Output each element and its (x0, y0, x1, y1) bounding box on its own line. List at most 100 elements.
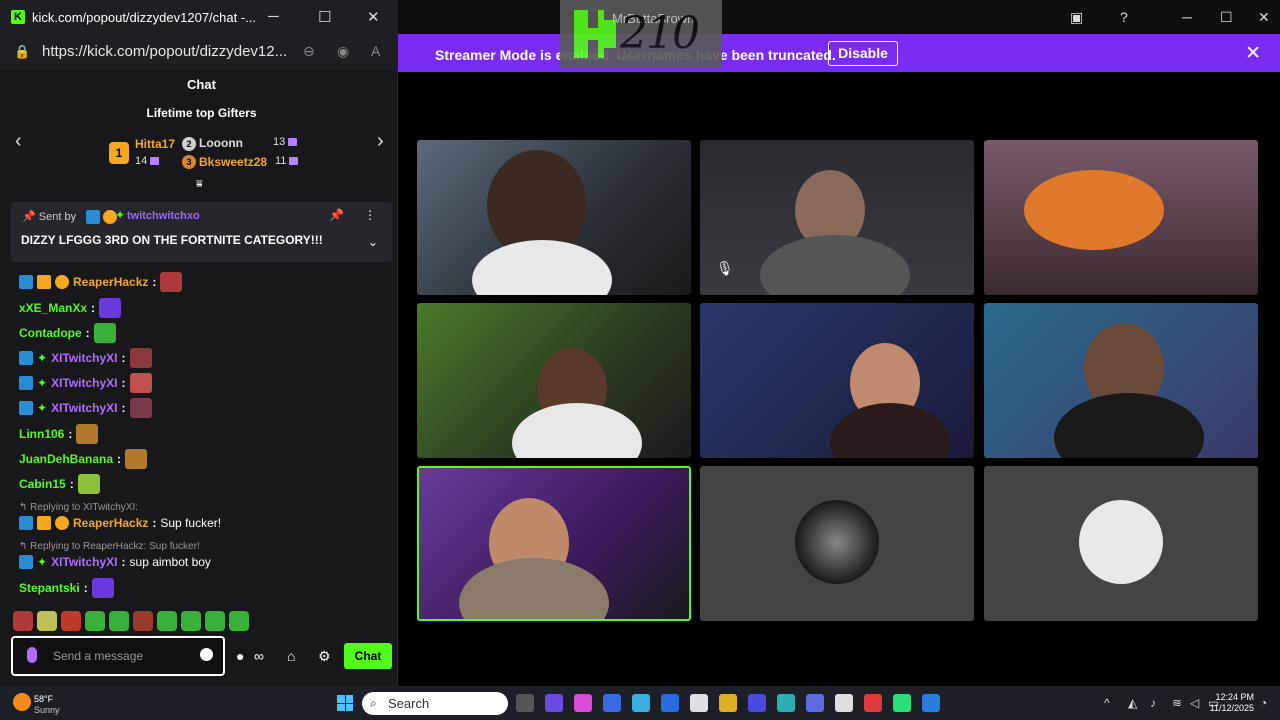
close-button[interactable]: ✕ (367, 8, 380, 26)
app-icon[interactable] (574, 694, 592, 712)
chat-username[interactable]: ReaperHackz (73, 516, 148, 530)
taskbar-search[interactable]: ⌕ Search (362, 692, 508, 715)
video-tile-3[interactable] (984, 140, 1258, 295)
close-icon[interactable]: ✕ (1245, 42, 1261, 65)
video-tile-5[interactable] (700, 303, 974, 458)
minimize-button[interactable]: ─ (268, 8, 279, 25)
collapse-gifters-icon[interactable]: ⩸ (196, 178, 203, 191)
teams-icon[interactable] (748, 694, 766, 712)
app-icon[interactable] (864, 694, 882, 712)
hp-icon[interactable] (603, 694, 621, 712)
video-tile-1[interactable] (417, 140, 691, 295)
url-text[interactable]: https://kick.com/popout/dizzydev12... (42, 43, 287, 60)
weather-icon[interactable] (13, 693, 31, 711)
camera-icon[interactable]: ▣ (1070, 9, 1083, 26)
read-aloud-icon[interactable]: A (371, 43, 380, 59)
chat-username[interactable]: Stepantski (19, 581, 80, 595)
zoom-app-icon[interactable] (661, 694, 679, 712)
volume-icon[interactable]: ◁ (1190, 696, 1199, 710)
task-view-icon[interactable] (516, 694, 534, 712)
chat-username[interactable]: Contadope (19, 326, 82, 340)
zoom-icon[interactable]: ⊖ (303, 43, 315, 60)
microphone-icon[interactable] (27, 647, 37, 663)
chat-username[interactable]: xXE_ManXx (19, 301, 87, 315)
gifter-name[interactable]: Looonn (199, 136, 243, 150)
store-app-icon[interactable] (690, 694, 708, 712)
pinned-message: 📌 Sent by ✦ twitchwitchxo 📌 ⋮ DIZZY LFGG… (11, 202, 392, 262)
wifi-icon[interactable]: ≋ (1172, 696, 1182, 710)
address-bar[interactable]: 🔒 https://kick.com/popout/dizzydev12... … (0, 34, 398, 70)
emoji-icon[interactable] (200, 648, 213, 661)
chevron-up-icon[interactable]: ^ (1104, 696, 1110, 710)
tracking-prevention-icon[interactable]: ◉ (337, 43, 349, 60)
message-input[interactable] (53, 647, 193, 665)
quick-emote[interactable] (61, 611, 81, 631)
kicks-icon[interactable]: ● (236, 648, 244, 664)
infinity-icon[interactable]: ∞ (254, 648, 264, 664)
muted-mic-icon: 🎙 (716, 260, 734, 276)
edge-icon[interactable] (777, 694, 795, 712)
quick-emote[interactable] (229, 611, 249, 631)
weather-temperature: 58°F (34, 694, 54, 704)
gifter-count: 13 (273, 136, 298, 148)
gifter-name[interactable]: Bksweetz28 (199, 155, 267, 169)
chat-username[interactable]: JuanDehBanana (19, 452, 113, 466)
app-icon[interactable] (632, 694, 650, 712)
close-button[interactable]: ✕ (1258, 9, 1270, 26)
quick-emote[interactable] (205, 611, 225, 631)
app-icon[interactable] (922, 694, 940, 712)
copilot-icon[interactable] (545, 694, 563, 712)
pin-icon[interactable]: 📌 (329, 208, 344, 222)
maximize-button[interactable]: ☐ (1220, 9, 1233, 26)
quick-emote[interactable] (157, 611, 177, 631)
video-tile-4[interactable] (417, 303, 691, 458)
settings-app-icon[interactable] (835, 694, 853, 712)
background-window-titlebar: ▣ ? ─ ☐ ✕ (398, 0, 1280, 34)
reply-context[interactable]: ↰ Replying to ReaperHackz: Sup fucker! (19, 541, 200, 552)
help-icon[interactable]: ? (1120, 9, 1128, 25)
window-title: kick.com/popout/dizzydev1207/chat -... (32, 10, 257, 25)
maximize-button[interactable]: ☐ (318, 8, 331, 26)
chat-username[interactable]: XITwitchyXI (51, 555, 117, 569)
disable-streamer-mode-button[interactable]: Disable (828, 41, 898, 66)
video-tile-7[interactable] (417, 466, 691, 621)
video-tile-9[interactable] (984, 466, 1258, 621)
chevron-right-icon[interactable]: › (377, 130, 384, 153)
chevron-left-icon[interactable]: ‹ (15, 130, 22, 153)
send-chat-button[interactable]: Chat (344, 643, 392, 669)
mic-tray-icon[interactable]: ♪ (1150, 696, 1156, 710)
quick-emote[interactable] (133, 611, 153, 631)
chat-username[interactable]: XITwitchyXI (51, 401, 117, 415)
windows-start-icon[interactable] (337, 695, 353, 711)
quick-emote[interactable] (109, 611, 129, 631)
kick-favicon-icon: K (11, 10, 25, 24)
video-tile-2[interactable]: 🎙 (700, 140, 974, 295)
pinned-sender[interactable]: twitchwitchxo (127, 210, 200, 222)
chat-username[interactable]: Cabin15 (19, 477, 66, 491)
quick-emote[interactable] (13, 611, 33, 631)
chevron-down-icon[interactable]: ⌄ (368, 235, 378, 249)
quick-emote[interactable] (85, 611, 105, 631)
app-icon[interactable] (893, 694, 911, 712)
video-tile-6[interactable] (984, 303, 1258, 458)
discord-icon[interactable] (806, 694, 824, 712)
chat-message: xXE_ManXx: (19, 298, 122, 318)
badge-star: ✦ (37, 376, 48, 390)
gear-icon[interactable]: ⚙ (318, 648, 331, 665)
quick-emote[interactable] (181, 611, 201, 631)
clock[interactable]: 12:24 PM 11/12/2025 (1210, 692, 1254, 714)
reply-context[interactable]: ↰ Replying to XITwitchyXI: (19, 502, 138, 513)
file-explorer-icon[interactable] (719, 694, 737, 712)
notifications-icon[interactable]: ◔ (1260, 696, 1267, 710)
gifter-name[interactable]: Hitta17 (135, 137, 175, 151)
more-options-icon[interactable]: ⋮ (364, 208, 376, 222)
network-icon[interactable]: ◭ (1128, 696, 1137, 710)
quick-emote[interactable] (37, 611, 57, 631)
chat-username[interactable]: ReaperHackz (73, 275, 148, 289)
store-icon[interactable]: ⌂ (287, 648, 295, 664)
chat-username[interactable]: Linn106 (19, 427, 64, 441)
chat-username[interactable]: XITwitchyXI (51, 376, 117, 390)
minimize-button[interactable]: ─ (1182, 9, 1192, 25)
chat-username[interactable]: XITwitchyXI (51, 351, 117, 365)
video-tile-8[interactable] (700, 466, 974, 621)
